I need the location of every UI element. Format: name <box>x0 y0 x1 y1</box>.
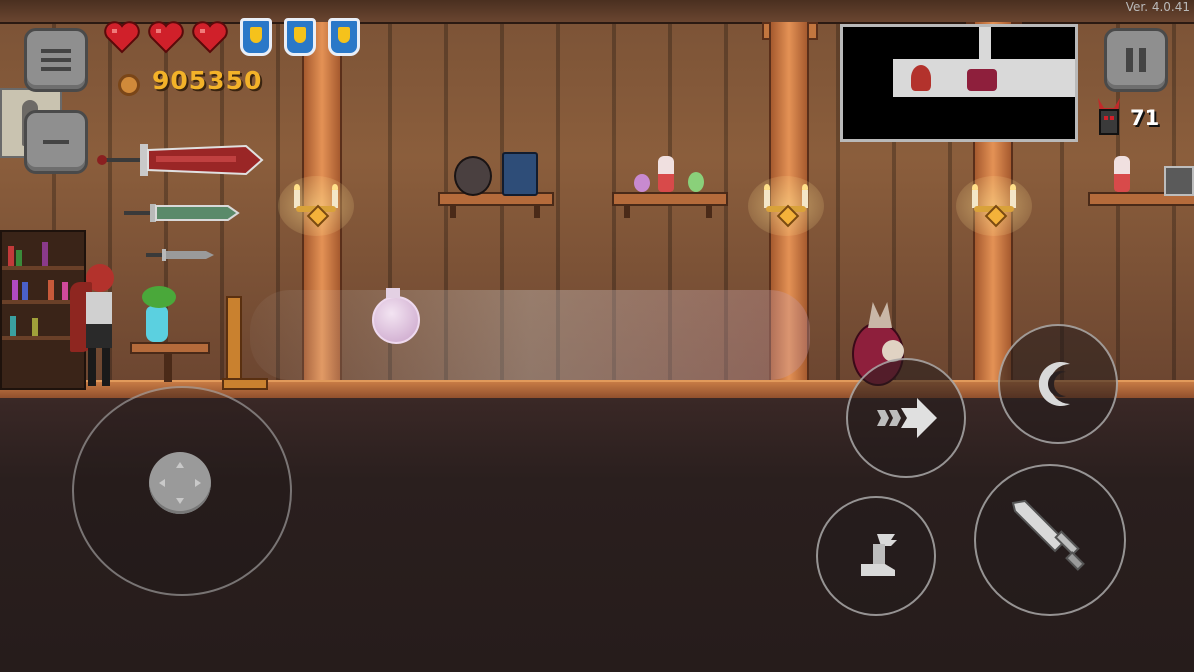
game-screen: 905350 Ver. 4.0.41 71 <box>0 0 1194 672</box>
potion-red <box>658 156 674 192</box>
special-skill-button[interactable] <box>998 324 1118 444</box>
dash-icon <box>877 398 937 438</box>
jump-button[interactable] <box>816 496 936 616</box>
joystick-knob[interactable] <box>149 452 211 514</box>
candlestick-lamp <box>226 296 242 386</box>
heart-icon <box>148 21 184 54</box>
minimap-player-marker <box>911 65 931 91</box>
pause-icon <box>1126 48 1146 72</box>
menu-button[interactable] <box>24 28 88 92</box>
barrel-item <box>454 156 492 196</box>
candle-sconce <box>278 176 354 236</box>
attack-button[interactable] <box>974 464 1126 616</box>
coin-icon <box>118 74 140 96</box>
kill-counter: 71 <box>1130 106 1160 130</box>
potion-green <box>688 172 704 192</box>
dagger-display <box>146 249 214 261</box>
heart-icon <box>192 21 228 54</box>
sword-icon <box>1011 499 1085 571</box>
gold-counter: 905350 <box>152 66 263 95</box>
dash-button[interactable] <box>846 358 966 478</box>
heart-icon <box>104 21 140 54</box>
minimap[interactable] <box>840 24 1078 142</box>
pause-button[interactable] <box>1104 28 1168 92</box>
floating-potion <box>372 296 420 344</box>
zoom-out-button[interactable] <box>24 110 88 174</box>
candle-sconce <box>748 176 824 236</box>
dpad-icon <box>159 462 201 504</box>
shield-icon <box>284 18 316 56</box>
version-label: Ver. 4.0.41 <box>1125 0 1190 14</box>
tome-item <box>502 152 538 196</box>
plant-vase <box>146 306 168 342</box>
dash-trail <box>250 290 810 380</box>
candle-sconce <box>956 176 1032 236</box>
shield-icon <box>240 18 272 56</box>
demon-skull-icon <box>1098 98 1120 135</box>
minimap-enemy-marker <box>967 69 997 91</box>
potion-red <box>1114 156 1130 192</box>
shield-icon <box>328 18 360 56</box>
greatsword-display <box>97 144 264 176</box>
plant-leaves <box>142 286 176 308</box>
green-blade-display <box>124 204 240 222</box>
player-character <box>66 264 122 386</box>
zoom-out-icon <box>43 140 69 144</box>
crescent-moon-icon <box>1038 362 1070 406</box>
potion-purple <box>634 174 650 192</box>
frame-item <box>1164 166 1194 196</box>
menu-icon <box>41 49 71 71</box>
winged-boot-icon <box>861 534 897 576</box>
